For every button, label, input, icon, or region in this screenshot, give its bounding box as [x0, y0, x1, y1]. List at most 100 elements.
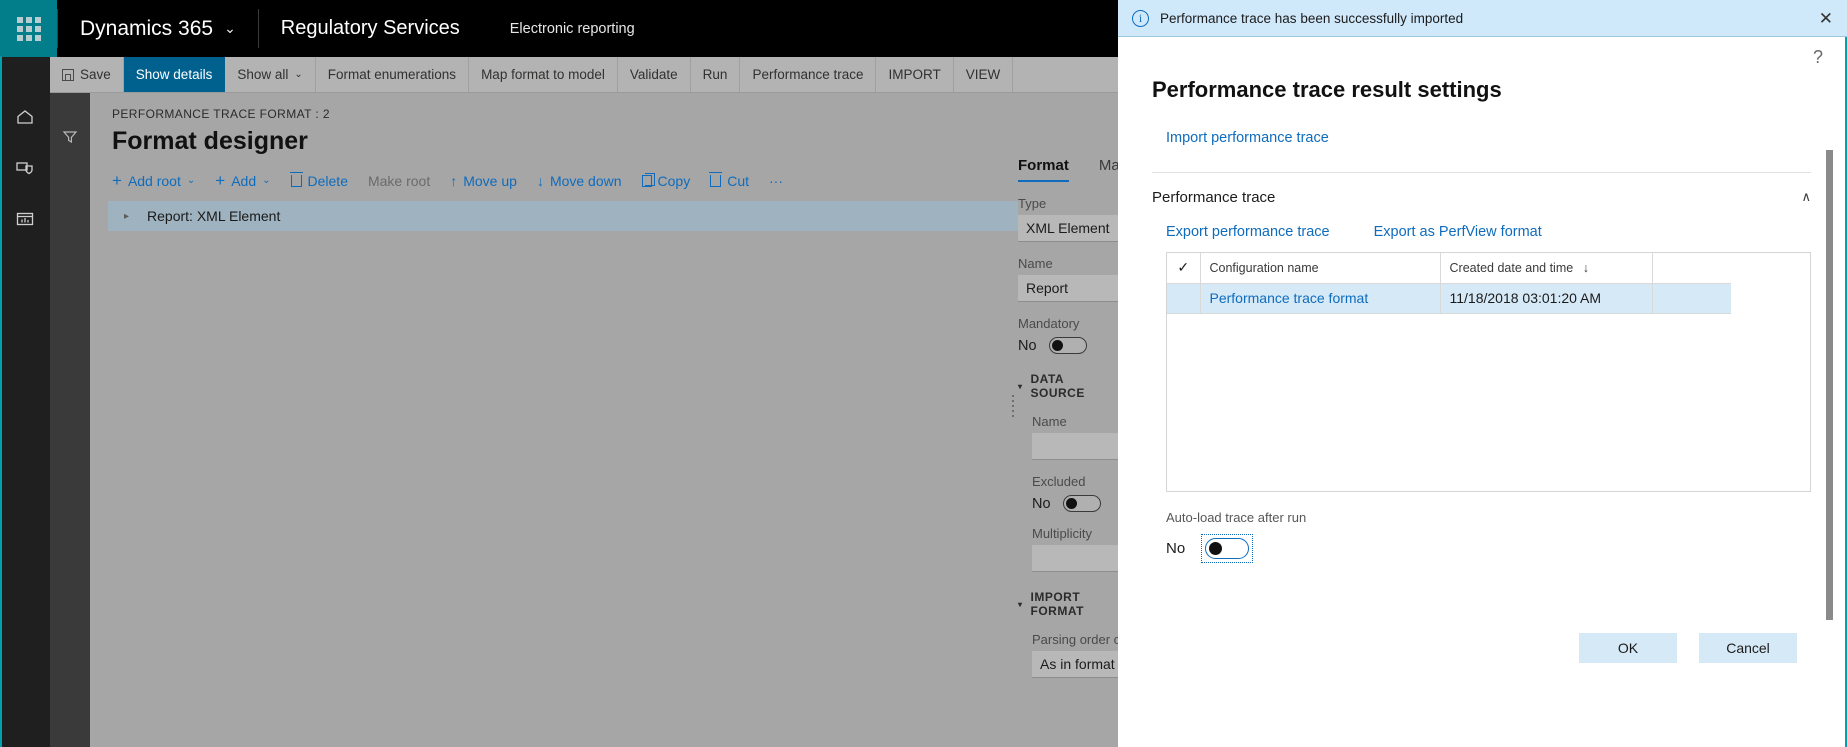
format-designer-content: PERFORMANCE TRACE FORMAT : 2 Format desi… — [90, 93, 1118, 747]
save-icon — [62, 68, 74, 81]
report-window-icon[interactable] — [15, 209, 35, 234]
tree-row-report[interactable]: ▸ Report: XML Element — [108, 201, 1096, 231]
trash-icon — [289, 171, 303, 187]
move-up-label: Move up — [463, 172, 517, 189]
toolbar-show-all-label: Show all — [237, 67, 289, 82]
make-root-button[interactable]: Make root — [368, 173, 430, 189]
trace-results-table: ✓ Configuration name Created date and ti… — [1167, 253, 1731, 314]
toolbar-button-run[interactable]: Run — [691, 57, 741, 92]
waffle-grid-icon[interactable] — [0, 0, 57, 57]
plus-icon: + — [112, 171, 122, 190]
chevron-up-icon[interactable]: ∧ — [1801, 189, 1811, 205]
brand-label: Dynamics 365 — [80, 16, 214, 40]
toolbar-import-label: IMPORT — [888, 67, 941, 82]
tab-format[interactable]: Format — [1018, 157, 1069, 182]
performance-trace-section-header[interactable]: Performance trace ∧ — [1152, 172, 1811, 206]
import-format-heading: IMPORT FORMAT — [1030, 590, 1084, 618]
export-performance-trace-link[interactable]: Export performance trace — [1166, 224, 1330, 240]
copy-button[interactable]: Copy — [641, 172, 691, 189]
toolbar-button-show-all[interactable]: Show all ⌄ — [225, 57, 316, 92]
export-links: Export performance trace Export as PerfV… — [1118, 206, 1845, 240]
export-as-perfview-link[interactable]: Export as PerfView format — [1374, 224, 1542, 240]
parsing-order-label: Parsing order of nest — [1032, 632, 1153, 647]
toolbar-button-format-enumerations[interactable]: Format enumerations — [316, 57, 470, 92]
toolbar-button-performance-trace[interactable]: Performance trace — [740, 57, 877, 92]
rail-accent-edge — [0, 57, 2, 747]
cancel-button[interactable]: Cancel — [1699, 633, 1797, 663]
data-source-group-header[interactable]: ▾ DATA SOURCE — [1018, 372, 1118, 400]
chevron-down-icon: ⌄ — [186, 175, 196, 186]
toolbar-button-show-details[interactable]: Show details — [123, 57, 226, 92]
toolbar-show-details-label: Show details — [135, 67, 213, 82]
mandatory-toggle[interactable] — [1048, 337, 1087, 354]
auto-load-label: Auto-load trace after run — [1166, 510, 1307, 525]
toolbar-button-save[interactable]: Save — [50, 57, 124, 92]
area-label[interactable]: Regulatory Services — [259, 0, 482, 57]
move-up-button[interactable]: ↑ Move up — [450, 173, 517, 189]
arrow-down-icon: ↓ — [536, 172, 544, 189]
toolbar-save-label: Save — [80, 67, 111, 82]
auto-load-value: No — [1166, 540, 1186, 557]
add-button[interactable]: + Add ⌄ — [215, 172, 270, 189]
delete-button[interactable]: Delete — [289, 171, 348, 189]
auto-load-toggle-focus-ring — [1201, 534, 1254, 563]
filter-funnel-icon[interactable] — [61, 128, 79, 747]
excluded-toggle-row: No — [1032, 495, 1118, 512]
trace-results-grid: ✓ Configuration name Created date and ti… — [1166, 252, 1811, 492]
workspace-shield-icon[interactable] — [15, 158, 35, 183]
more-actions-button[interactable]: ··· — [769, 173, 783, 189]
page-title: Format designer — [112, 127, 308, 155]
check-icon: ✓ — [1177, 259, 1190, 276]
data-source-heading: DATA SOURCE — [1030, 372, 1085, 400]
data-source-group-body: Name Excluded No Multiplicity — [1018, 414, 1182, 572]
excluded-value: No — [1032, 495, 1051, 512]
toolbar-validate-label: Validate — [629, 67, 678, 82]
delete-label: Delete — [307, 172, 348, 189]
name-label: Name — [1018, 256, 1053, 271]
pane-splitter-handle[interactable] — [1012, 395, 1014, 417]
toolbar-tab-view[interactable]: VIEW — [954, 57, 1014, 92]
properties-pane: Format Mapping Type XML Element Name Rep… — [1018, 93, 1182, 747]
import-format-group-body: Parsing order of nest As in format — [1018, 632, 1182, 678]
filter-rail — [50, 93, 90, 747]
move-down-label: Move down — [549, 172, 622, 189]
expand-chevron-icon[interactable]: ▸ — [124, 211, 129, 222]
designer-action-bar: + Add root ⌄ + Add ⌄ Delete Make root ↑ … — [90, 156, 1118, 189]
toolbar-button-map-format-to-model[interactable]: Map format to model — [469, 57, 618, 92]
home-icon[interactable] — [15, 107, 35, 132]
multiplicity-label: Multiplicity — [1032, 526, 1092, 541]
ok-button[interactable]: OK — [1579, 633, 1677, 663]
copy-label: Copy — [657, 172, 691, 189]
row-checkbox[interactable] — [1167, 283, 1201, 314]
toolbar-map-format-label: Map format to model — [481, 67, 605, 82]
configuration-name-link[interactable]: Performance trace format — [1210, 290, 1369, 306]
cut-button[interactable]: Cut — [709, 171, 749, 189]
column-header-configuration-name[interactable]: Configuration name — [1200, 253, 1441, 284]
excluded-label: Excluded — [1032, 474, 1086, 489]
table-header-row: ✓ Configuration name Created date and ti… — [1167, 253, 1731, 284]
left-navigation-rail — [0, 57, 50, 747]
select-all-checkbox-header[interactable]: ✓ — [1167, 253, 1201, 284]
toolbar-run-label: Run — [702, 67, 728, 82]
table-row[interactable]: Performance trace format 11/18/2018 03:0… — [1167, 283, 1731, 314]
mandatory-value: No — [1018, 337, 1037, 354]
toolbar-tab-import[interactable]: IMPORT — [876, 57, 954, 92]
toolbar-button-validate[interactable]: Validate — [618, 57, 691, 92]
chevron-down-icon: ⌄ — [262, 175, 271, 186]
column-header-created-date-and-time[interactable]: Created date and time ↓ — [1440, 253, 1653, 284]
excluded-toggle[interactable] — [1062, 495, 1101, 512]
import-performance-trace-link[interactable]: Import performance trace — [1118, 103, 1845, 146]
brand-menu[interactable]: Dynamics 365 ⌄ — [58, 0, 258, 57]
close-icon[interactable]: ✕ — [1819, 10, 1833, 27]
move-down-button[interactable]: ↓ Move down — [537, 173, 622, 189]
import-format-group-header[interactable]: ▾ IMPORT FORMAT — [1018, 590, 1118, 618]
cell-configuration-name[interactable]: Performance trace format — [1200, 283, 1441, 314]
help-icon[interactable]: ? — [1813, 47, 1823, 68]
copy-icon — [641, 172, 655, 187]
auto-load-toggle[interactable] — [1205, 538, 1250, 559]
cell-spacer — [1652, 283, 1731, 314]
dialog-scrollbar-thumb[interactable] — [1826, 150, 1833, 620]
add-root-button[interactable]: + Add root ⌄ — [112, 172, 195, 189]
page-label: Electronic reporting — [509, 20, 635, 37]
chevron-down-icon: ⌄ — [294, 69, 303, 80]
